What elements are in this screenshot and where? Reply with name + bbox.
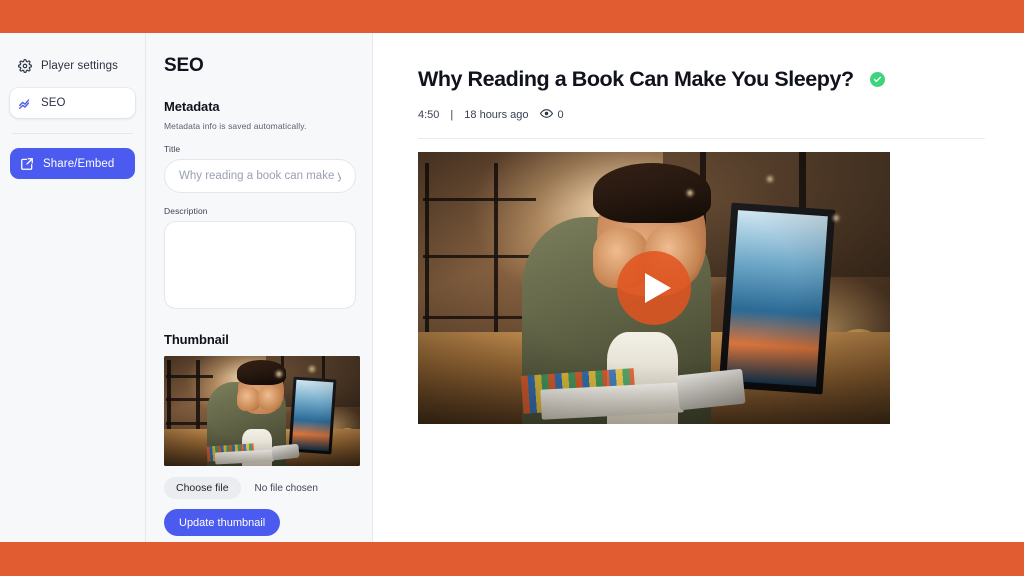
metadata-autosave-note: Metadata info is saved automatically. <box>164 121 307 131</box>
video-published: 18 hours ago <box>464 109 529 121</box>
thumbnail-preview-image <box>164 356 360 466</box>
screenshot-root: Player settings SEO Share/Embed SEO Meta… <box>0 0 1024 576</box>
share-embed-button[interactable]: Share/Embed <box>10 148 135 179</box>
play-button[interactable] <box>617 251 691 325</box>
update-thumbnail-button[interactable]: Update thumbnail <box>164 509 281 536</box>
video-player[interactable] <box>418 152 890 424</box>
choose-file-button[interactable]: Choose file <box>164 477 241 499</box>
seo-panel-title: SEO <box>164 55 204 76</box>
meta-separator: | <box>450 109 454 121</box>
sidebar-item-label: SEO <box>41 97 66 109</box>
play-icon <box>644 273 671 303</box>
top-orange-bar <box>0 0 1024 33</box>
bottom-orange-bar <box>0 542 1024 576</box>
sidebar-item-seo[interactable]: SEO <box>10 88 135 118</box>
verified-badge <box>869 72 885 87</box>
title-input[interactable] <box>164 159 356 193</box>
description-field-label: Description <box>164 206 208 216</box>
share-embed-label: Share/Embed <box>43 157 115 170</box>
video-view-count: 0 <box>557 109 564 121</box>
file-picker-row: Choose file No file chosen <box>164 477 354 499</box>
file-status-text: No file chosen <box>254 482 318 494</box>
share-icon <box>20 157 34 171</box>
eye-icon <box>539 107 553 123</box>
gear-icon <box>18 59 32 73</box>
sidebar-nav: Player settings SEO Share/Embed <box>0 33 146 542</box>
video-title: Why Reading a Book Can Make You Sleepy? <box>418 67 854 91</box>
thumbnail-section-title: Thumbnail <box>164 332 229 347</box>
video-meta-row: 4:50 | 18 hours ago 0 <box>418 107 986 123</box>
video-detail-pane: Why Reading a Book Can Make You Sleepy? … <box>373 33 1024 542</box>
sidebar-item-player-settings[interactable]: Player settings <box>10 51 135 81</box>
title-field-label: Title <box>164 144 181 154</box>
video-duration: 4:50 <box>418 109 440 121</box>
seo-panel: SEO Metadata Metadata info is saved auto… <box>146 33 373 542</box>
description-textarea[interactable] <box>164 221 356 309</box>
video-views: 0 <box>539 107 564 123</box>
analytics-icon <box>18 96 32 110</box>
sidebar-divider <box>12 133 133 134</box>
meta-divider <box>418 138 985 139</box>
metadata-section-title: Metadata <box>164 99 220 114</box>
sidebar-item-label: Player settings <box>41 60 118 72</box>
video-title-row: Why Reading a Book Can Make You Sleepy? <box>418 67 986 92</box>
app-window: Player settings SEO Share/Embed SEO Meta… <box>0 33 1024 542</box>
